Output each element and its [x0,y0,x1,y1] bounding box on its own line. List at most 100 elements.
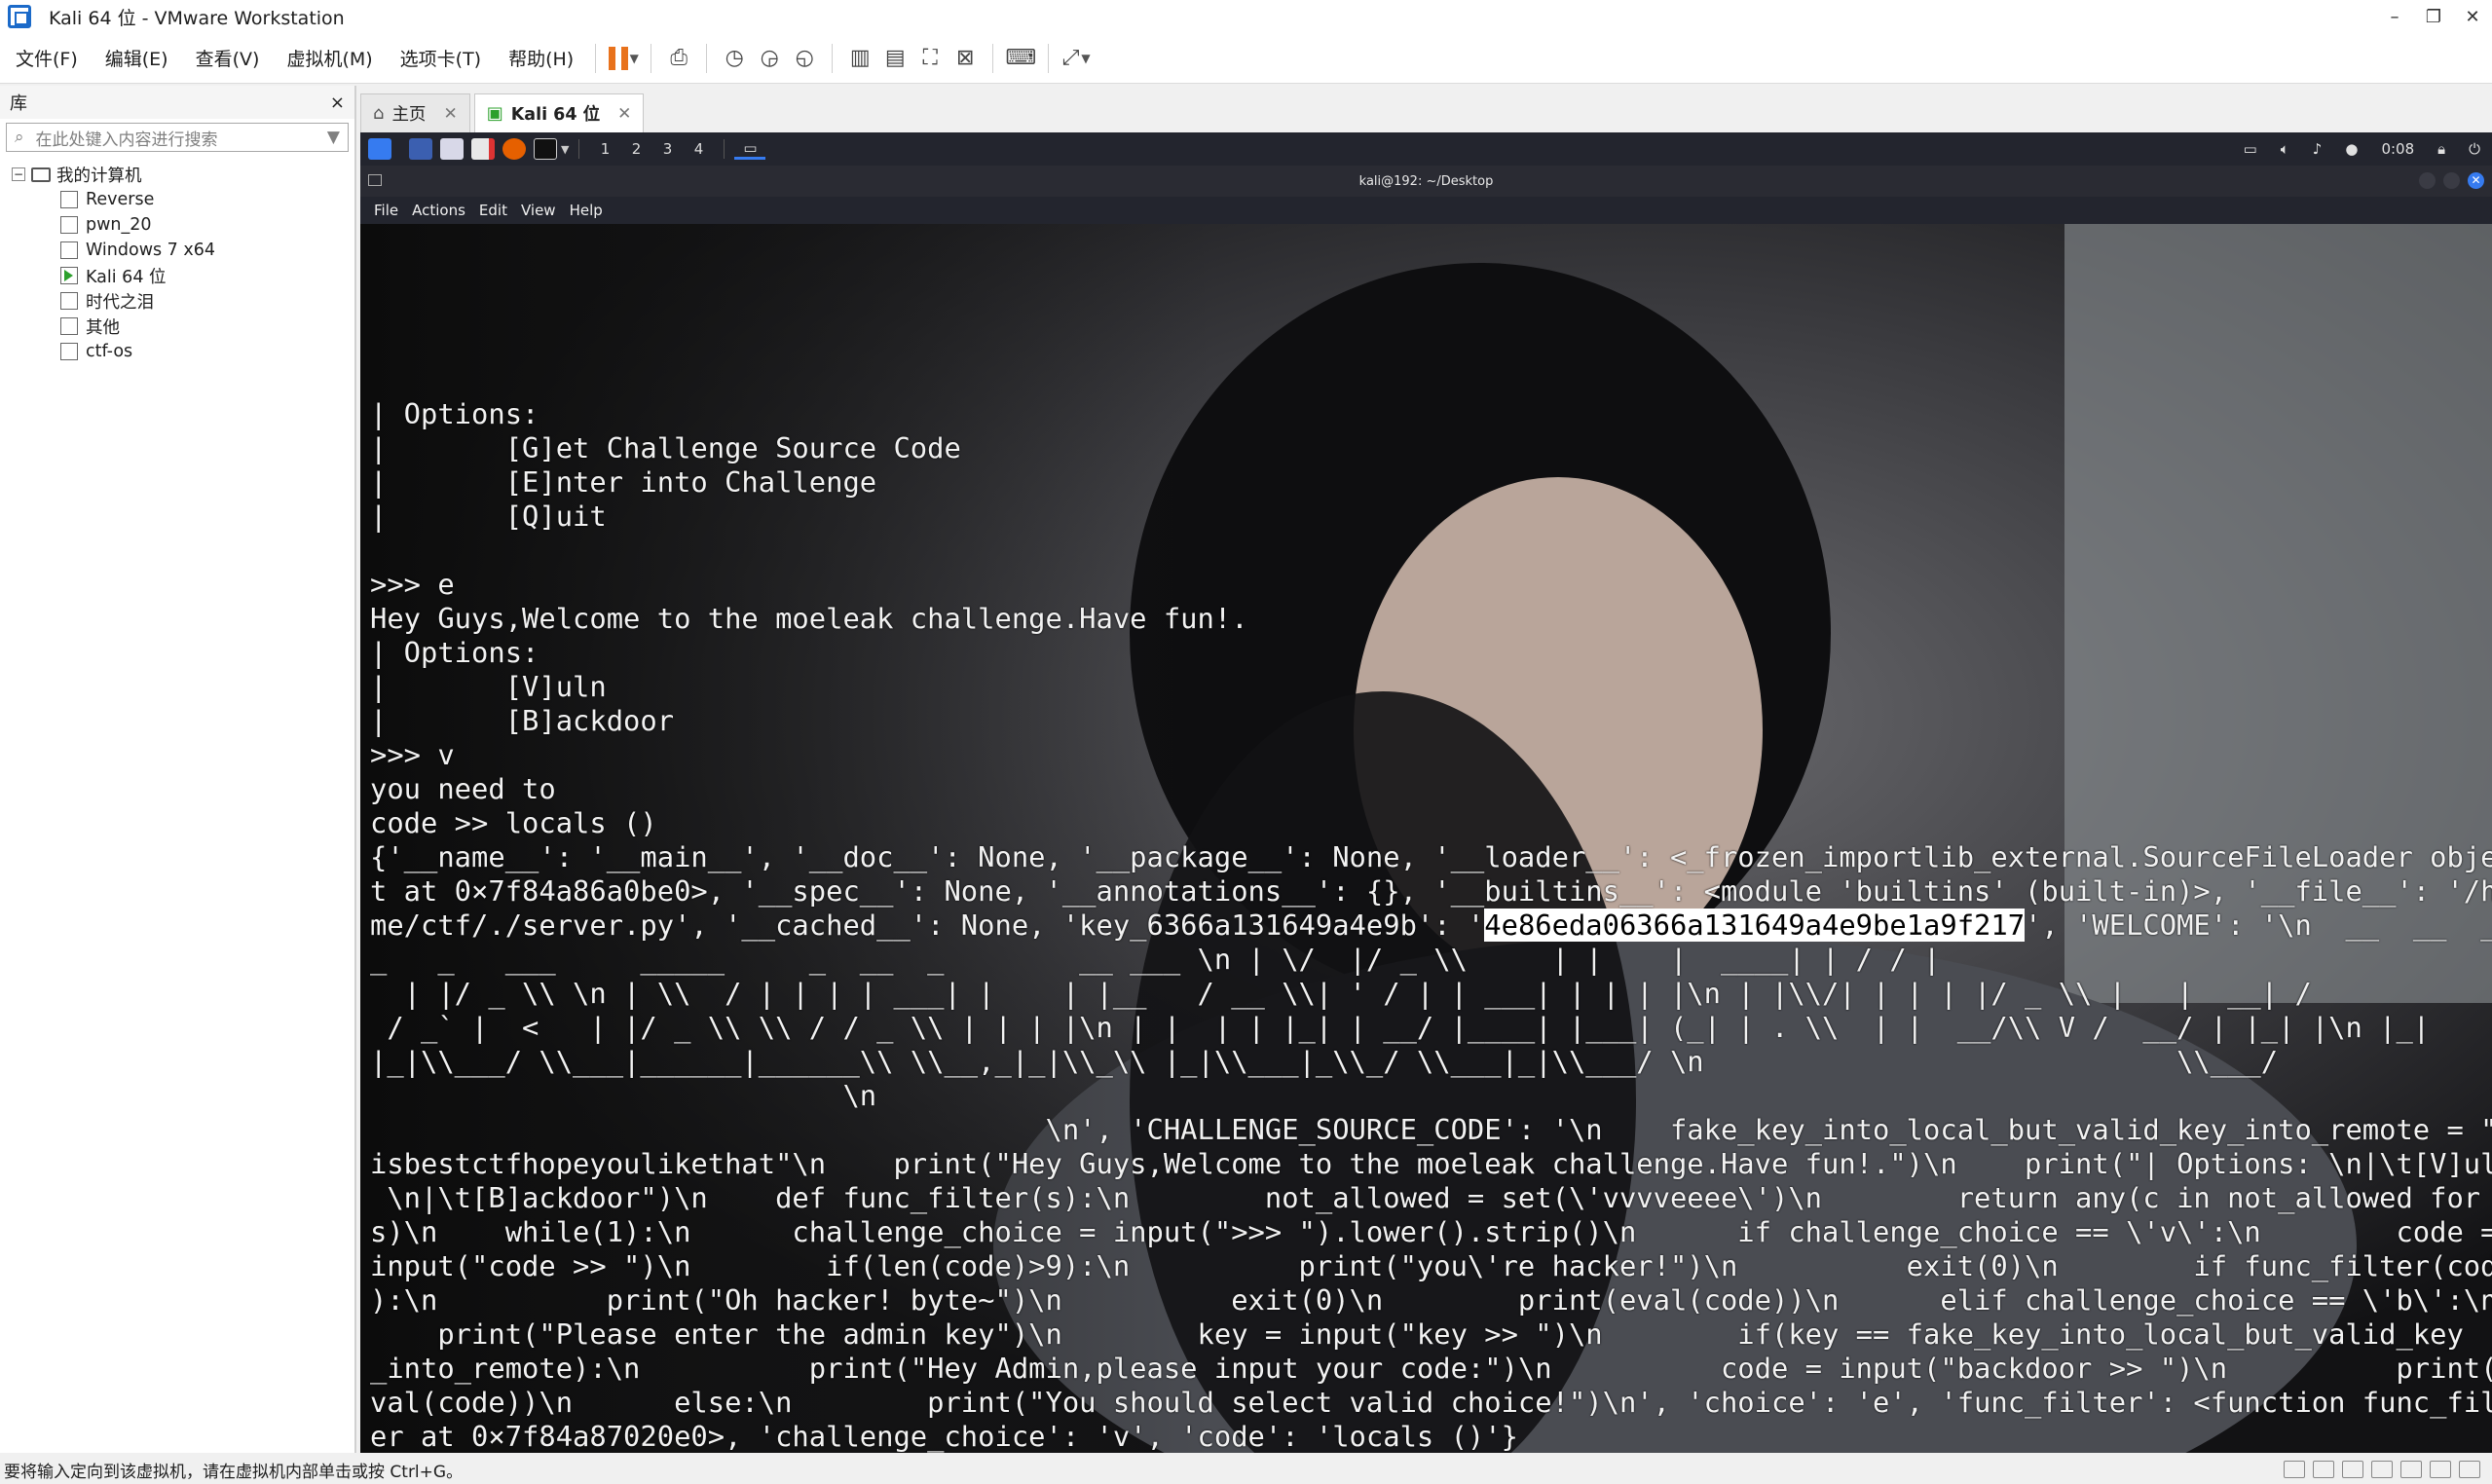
snapshot-button[interactable]: ◷ [717,41,752,76]
terminal-line: _ _ ___ _____ _ __ _ __ ___ \n | \/ |/ _… [370,943,1941,976]
lock-icon[interactable]: 🔒︎ [2437,140,2445,158]
snapshot-manager-button[interactable]: ◵ [787,41,822,76]
close-icon[interactable]: ✕ [617,104,631,124]
terminal-output-area[interactable]: | Options: | [G]et Challenge Source Code |… [360,224,2492,1453]
terminal-title: kali@192: ~/Desktop [1358,173,1494,189]
thumbnail-bar-button[interactable]: ▤ [877,41,912,76]
terminal-maximize-button[interactable] [2443,172,2460,189]
vm-tree-item-label: Reverse [86,190,155,209]
logout-icon[interactable]: ⏻ [2469,140,2480,158]
terminal-menu-actions[interactable]: Actions [412,202,465,219]
chevron-down-icon[interactable]: ▼ [327,128,340,147]
firefox-icon[interactable] [502,138,526,160]
message-log-icon[interactable] [2459,1461,2480,1478]
terminal-close-button[interactable]: ✕ [2468,172,2484,189]
selected-key-value[interactable]: 4e86eda06366a131649a4e9be1a9f217 [1484,909,2026,942]
collapse-icon[interactable]: − [12,167,25,181]
full-screen-button[interactable]: ⛶ [912,41,948,76]
menu-vm[interactable]: 虚拟机(M) [275,45,384,71]
library-close-button[interactable]: × [330,93,345,113]
terminal-menu-file[interactable]: File [374,202,398,219]
terminal-text: | Options: | [G]et Challenge Source Code |… [370,329,2492,1453]
vm-tree-item[interactable]: 其他 [12,314,354,339]
status-hint-text: 要将输入定向到该虚拟机，请在虚拟机内部单击或按 Ctrl+G。 [4,1462,464,1482]
tab-home[interactable]: ⌂ 主页 ✕ [360,93,470,132]
terminal-menu-edit[interactable]: Edit [479,202,507,219]
pause-button[interactable]: ▼ [606,41,641,76]
library-search-input[interactable]: ⌕ 在此处键入内容进行搜索 ▼ [6,123,349,152]
send-ctrl-alt-del-button[interactable]: ⎙ [661,41,696,76]
console-view-button[interactable]: ⌨ [1003,41,1038,76]
terminal-line: s)\n while(1):\n challenge_choice = inpu… [370,1215,2492,1248]
power-icon[interactable]: ● [2345,140,2358,158]
unity-icon: ⊠ [956,46,975,70]
window-controls: – ❐ ✕ [2375,7,2492,27]
tree-root-my-computer[interactable]: − 我的计算机 [12,162,354,187]
terminal-launcher-icon[interactable] [534,138,557,160]
panel-separator [578,139,580,159]
tab-kali[interactable]: ▣ Kali 64 位 ✕ [473,93,645,132]
unity-button[interactable]: ⊠ [948,41,983,76]
display-status-icon[interactable] [2430,1461,2451,1478]
panel-clock[interactable]: 0:08 [2381,140,2414,158]
restore-button[interactable]: ❐ [2414,7,2453,27]
terminal-line: \n', 'CHALLENGE_SOURCE_CODE': '\n fake_k… [370,1113,2492,1146]
workspace-1[interactable]: 1 [589,140,620,158]
workspace-4[interactable]: 4 [683,140,714,158]
panel-separator [724,139,725,159]
library-view-icon: ▥ [849,46,871,70]
toolbar-separator [706,43,708,73]
kali-menu-icon[interactable] [368,138,391,160]
vm-tree-item[interactable]: ctf-os [12,339,354,364]
text-editor-icon[interactable] [471,138,495,160]
menu-help[interactable]: 帮助(H) [497,45,585,71]
revert-snapshot-icon: ◶ [760,46,779,70]
close-icon[interactable]: ✕ [443,104,457,124]
usb-device-icon[interactable] [2371,1461,2393,1478]
file-manager-icon[interactable] [440,138,464,160]
terminal-titlebar: kali@192: ~/Desktop ✕ [360,166,2492,197]
stretch-button[interactable]: ⤢ ▼ [1059,41,1094,76]
terminal-line: \n [370,1079,877,1112]
taskbar-terminal-window[interactable]: ▭ [734,139,766,160]
vm-icon [60,292,78,310]
terminal-line: er at 0×7f84a87020e0>, 'challenge_choice… [370,1420,1518,1453]
vm-tree-item[interactable]: Windows 7 x64 [12,238,354,263]
window-titlebar: Kali 64 位 - VMware Workstation – ❐ ✕ [0,0,2492,33]
cd-drive-icon[interactable] [2313,1461,2334,1478]
sound-card-icon[interactable] [2400,1461,2422,1478]
vmware-logo-icon [8,5,31,28]
terminal-menu-view[interactable]: View [521,202,556,219]
minimize-button[interactable]: – [2375,7,2414,27]
menu-file[interactable]: 文件(F) [4,45,90,71]
menu-tabs[interactable]: 选项卡(T) [389,45,493,71]
close-button[interactable]: ✕ [2453,7,2492,27]
notification-bell-icon[interactable]: ♪ [2313,140,2323,158]
show-desktop-icon[interactable] [409,138,432,160]
menu-edit[interactable]: 编辑(E) [93,45,180,71]
workspace-3[interactable]: 3 [651,140,683,158]
device-status-icons [2276,1461,2480,1478]
show-library-button[interactable]: ▥ [842,41,877,76]
chevron-down-icon[interactable]: ▼ [561,143,569,156]
terminal-line: \n|\t[B]ackdoor")\n def func_filter(s):\… [370,1181,2492,1214]
terminal-minimize-button[interactable] [2419,172,2436,189]
revert-snapshot-button[interactable]: ◶ [752,41,787,76]
hard-disk-icon[interactable] [2284,1461,2305,1478]
vm-tree-item[interactable]: pwn_20 [12,212,354,238]
snapshot-manager-icon: ◵ [795,46,814,70]
vm-tree-item[interactable]: Kali 64 位 [12,263,354,288]
terminal-menu-help[interactable]: Help [570,202,603,219]
volume-icon[interactable]: 🔈︎ [2281,140,2289,158]
workspace-2[interactable]: 2 [620,140,651,158]
vm-tree-item[interactable]: 时代之泪 [12,288,354,314]
display-icon[interactable]: ▭ [2244,140,2257,158]
network-adapter-icon[interactable] [2342,1461,2363,1478]
toolbar-separator [595,43,597,73]
terminal-line: t at 0×7f84a86a0be0>, '__spec__': None, … [370,874,2492,908]
vm-tree-item-label: pwn_20 [86,215,152,235]
guest-display[interactable]: ▼ 1 2 3 4 ▭ ▭ 🔈︎ ♪ ● 0:08 🔒︎ ⏻ kali@192:… [360,132,2492,1453]
vm-tree-item[interactable]: Reverse [12,187,354,212]
menu-view[interactable]: 查看(V) [184,45,272,71]
stretch-icon: ⤢ [1061,46,1080,70]
